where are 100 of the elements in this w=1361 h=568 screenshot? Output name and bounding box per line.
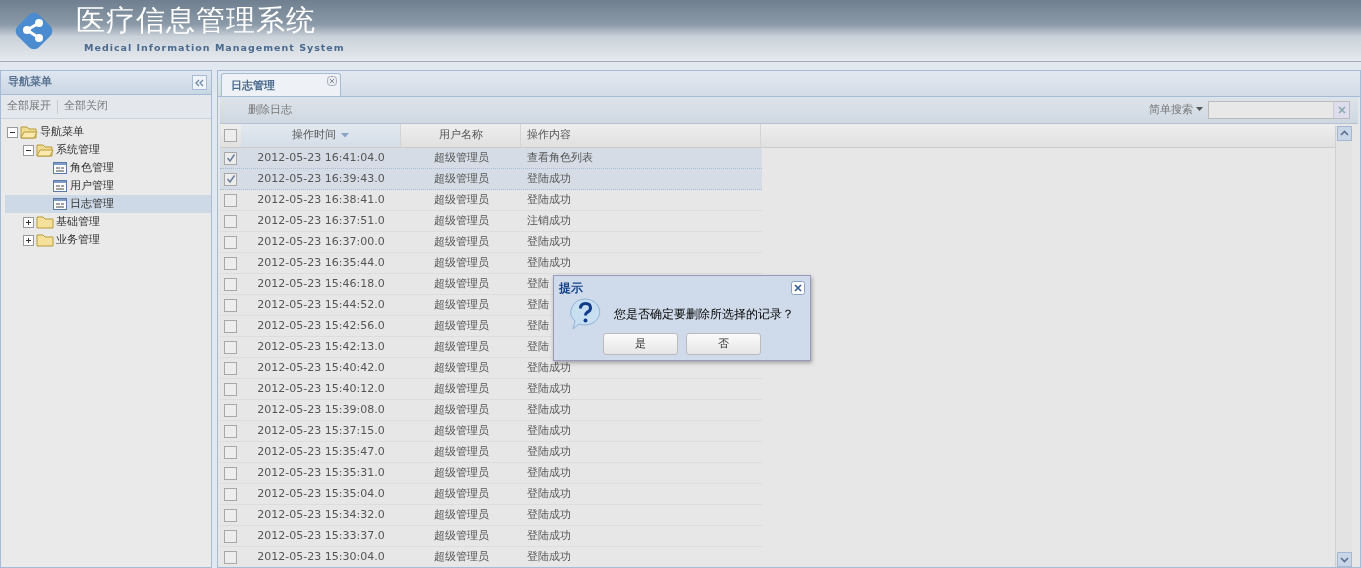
column-header[interactable]: 用户名称 [401,124,521,147]
table-cell: 登陆成功 [527,256,571,269]
table-cell-text: 2012-05-23 16:37:00.0 [256,234,386,250]
table-cell-text: 超级管理员 [432,528,490,544]
checkbox[interactable] [224,256,237,270]
tree-label: 日志管理 [70,195,114,212]
tree-label: 角色管理 [70,159,114,176]
open-folder-icon [36,143,54,157]
checkbox[interactable] [224,382,237,396]
search-menu[interactable]: 简单搜索 [1148,101,1203,119]
checkbox[interactable] [224,298,237,312]
table-cell: 登陆成功 [527,424,571,437]
table-cell: 查看角色列表 [527,151,593,164]
collapse-toggle-icon[interactable] [23,144,34,156]
table-cell-text: 超级管理员 [432,465,490,481]
table-cell: 登陆 [527,298,549,311]
table-cell: 登陆 [527,340,549,353]
table-cell-text: 超级管理员 [432,255,490,271]
dialog-message: 您是否确定要删除所选择的记录？ [614,306,794,323]
table-cell-text: 2012-05-23 15:42:56.0 [256,318,386,334]
folder-icon [36,233,54,247]
table-cell-text: 2012-05-23 15:33:37.0 [256,528,386,544]
collapse-toggle-icon[interactable] [7,126,18,138]
tree-item[interactable]: 角色管理 [5,159,211,177]
checkbox[interactable] [224,214,237,228]
tree-item[interactable]: 用户管理 [5,177,211,195]
question-icon [568,297,602,331]
expand-all-link[interactable]: 全部展开 [7,98,51,115]
table-cell: 登陆成功 [527,193,571,206]
checkbox[interactable] [224,235,237,249]
expand-toggle-icon[interactable] [23,234,34,246]
checkbox[interactable] [224,319,237,333]
checkbox[interactable] [224,129,237,142]
table-cell: 登陆成功 [527,382,571,395]
collapse-all-link[interactable]: 全部关闭 [64,98,108,115]
table-cell-text: 2012-05-23 15:42:13.0 [256,339,386,355]
delete-log-button[interactable]: 删除日志 [248,101,292,119]
checkbox[interactable] [224,193,237,207]
scrollbar[interactable] [1335,126,1352,567]
yes-button[interactable]: 是 [603,333,678,355]
open-folder-icon [20,125,38,139]
folder-icon [36,215,54,229]
panel-title: 导航菜单 [8,74,52,91]
table-cell-text: 超级管理员 [432,444,490,460]
tree-item[interactable]: 业务管理 [5,231,211,249]
table-cell-text: 超级管理员 [432,192,490,208]
checkbox[interactable] [224,403,237,417]
table-cell-text: 超级管理员 [432,360,490,376]
checkbox[interactable] [224,487,237,501]
checkbox[interactable] [224,424,237,438]
checkbox[interactable] [224,550,237,564]
table-cell-text: 2012-05-23 15:35:47.0 [256,444,386,460]
checkbox[interactable] [224,445,237,459]
expand-toggle-icon[interactable] [23,216,34,228]
tree-item[interactable]: 系统管理 [5,141,211,159]
table-cell: 登陆成功 [527,445,571,458]
page-icon [52,179,68,193]
tree-item[interactable]: 日志管理 [5,195,211,213]
checkbox[interactable] [224,277,237,291]
checkbox[interactable] [224,172,237,186]
table-cell: 登陆成功 [527,172,571,185]
scroll-down-icon[interactable] [1336,552,1352,567]
tree-item[interactable]: 导航菜单 [5,123,211,141]
clear-icon[interactable] [1333,102,1349,118]
table-cell-text: 2012-05-23 15:35:31.0 [256,465,386,481]
checkbox[interactable] [224,508,237,522]
checkbox[interactable] [224,529,237,543]
table-cell: 登陆成功 [527,466,571,479]
table-cell-text: 超级管理员 [432,171,490,187]
table-cell-text: 超级管理员 [432,213,490,229]
dialog-title: 提示 [559,280,583,297]
search-field[interactable] [1208,101,1350,119]
scroll-up-icon[interactable] [1336,126,1352,141]
page-icon [52,197,68,211]
tree-label: 导航菜单 [40,123,84,140]
no-button[interactable]: 否 [686,333,761,355]
table-cell-text: 超级管理员 [432,276,490,292]
table-cell-text: 2012-05-23 15:35:04.0 [256,486,386,502]
collapse-icon[interactable] [192,75,207,90]
app-title: 医疗信息管理系统 [76,5,317,35]
tab[interactable]: 日志管理 [221,73,341,96]
tree-item[interactable]: 基础管理 [5,213,211,231]
table-cell-text: 2012-05-23 15:44:52.0 [256,297,386,313]
table-cell-text: 超级管理员 [432,297,490,313]
close-icon[interactable] [791,281,805,295]
table-cell-text: 2012-05-23 15:37:15.0 [256,423,386,439]
table-cell-text: 超级管理员 [432,339,490,355]
table-cell-text: 超级管理员 [432,507,490,523]
page-icon [52,161,68,175]
column-header[interactable]: 操作时间 [241,124,401,147]
table-cell-text: 超级管理员 [432,549,490,565]
column-header[interactable]: 操作内容 [521,124,761,147]
checkbox[interactable] [224,340,237,354]
checkbox[interactable] [224,466,237,480]
sort-icon [341,133,349,138]
checkbox[interactable] [224,151,237,165]
table-cell: 注销成功 [527,214,571,227]
table-cell-text: 2012-05-23 15:34:32.0 [256,507,386,523]
table-cell-text: 2012-05-23 15:39:08.0 [256,402,386,418]
checkbox[interactable] [224,361,237,375]
